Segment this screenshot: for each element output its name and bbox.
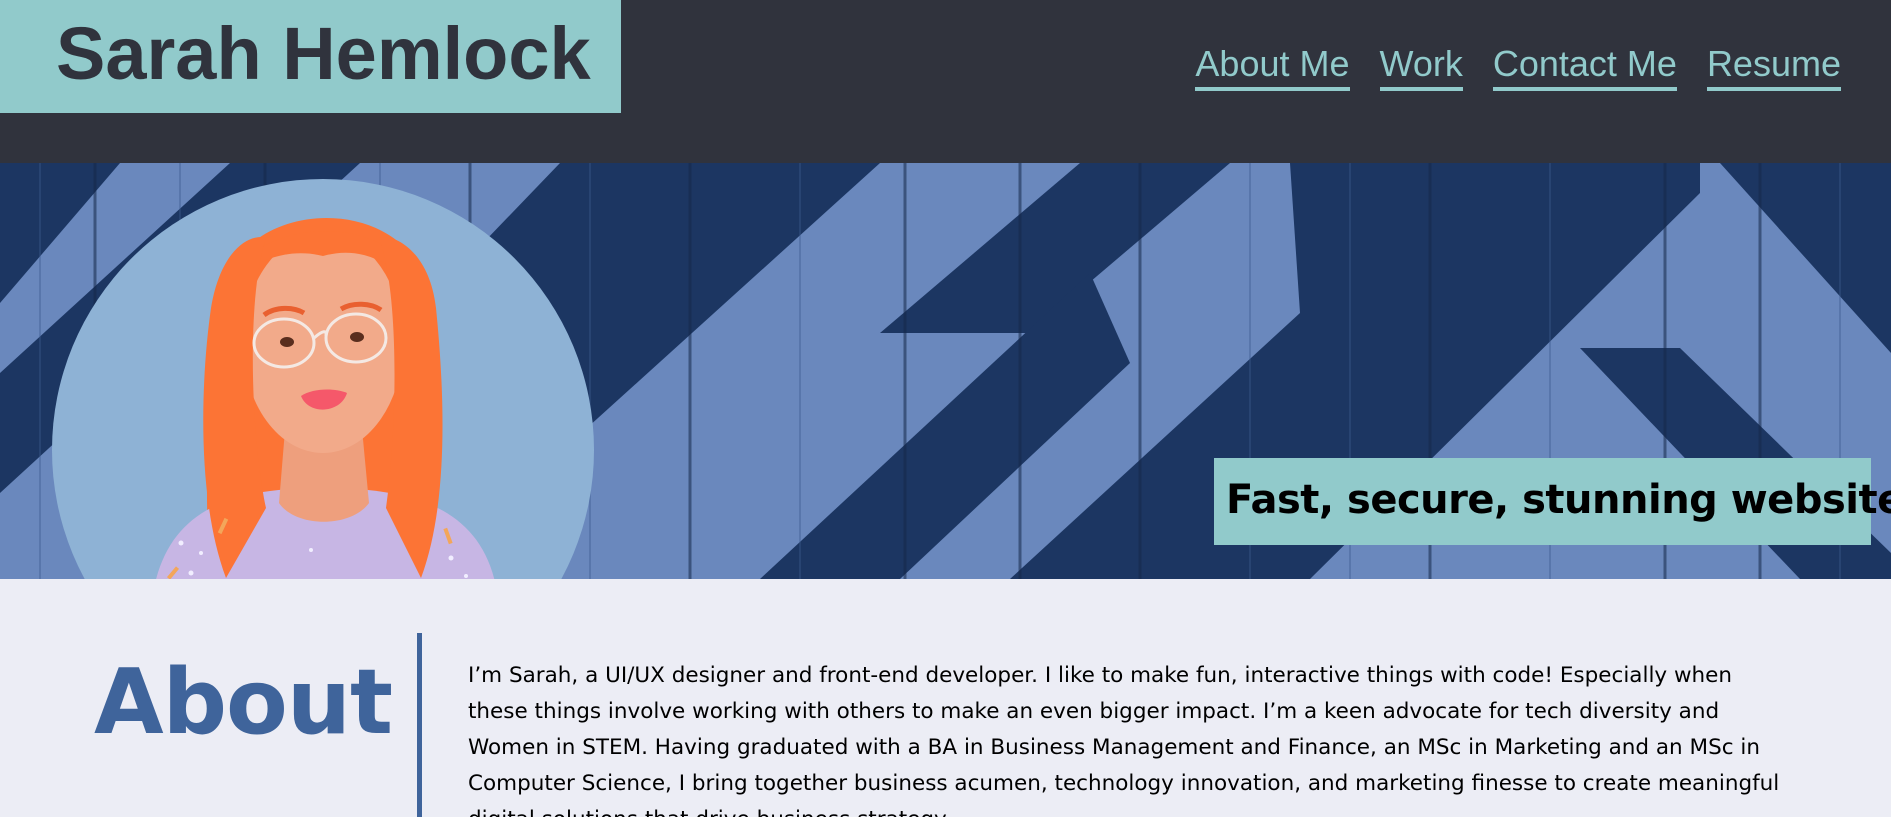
about-divider — [417, 633, 422, 817]
site-header: Sarah Hemlock About Me Work Contact Me R… — [0, 0, 1891, 163]
tagline-box: Fast, secure, stunning websites! — [1214, 458, 1891, 545]
nav-link-resume[interactable]: Resume — [1706, 42, 1841, 91]
site-name: Sarah Hemlock — [56, 12, 591, 95]
nav-link-contact-me[interactable]: Contact Me — [1492, 42, 1677, 91]
avatar-illustration — [52, 179, 594, 579]
about-paragraph: I’m Sarah, a UI/UX designer and front-en… — [468, 663, 1780, 817]
about-section: About I’m Sarah, a UI/UX designer and fr… — [0, 579, 1891, 817]
hero-banner: Fast, secure, stunning websites! — [0, 163, 1891, 579]
site-name-box: Sarah Hemlock — [0, 0, 621, 113]
nav-link-about-me[interactable]: About Me — [1195, 42, 1350, 91]
nav-link-work[interactable]: Work — [1379, 42, 1463, 91]
about-heading: About — [93, 650, 393, 755]
main-nav: About Me Work Contact Me Resume — [1195, 42, 1841, 91]
hero-tagline: Fast, secure, stunning websites! — [1226, 477, 1891, 523]
